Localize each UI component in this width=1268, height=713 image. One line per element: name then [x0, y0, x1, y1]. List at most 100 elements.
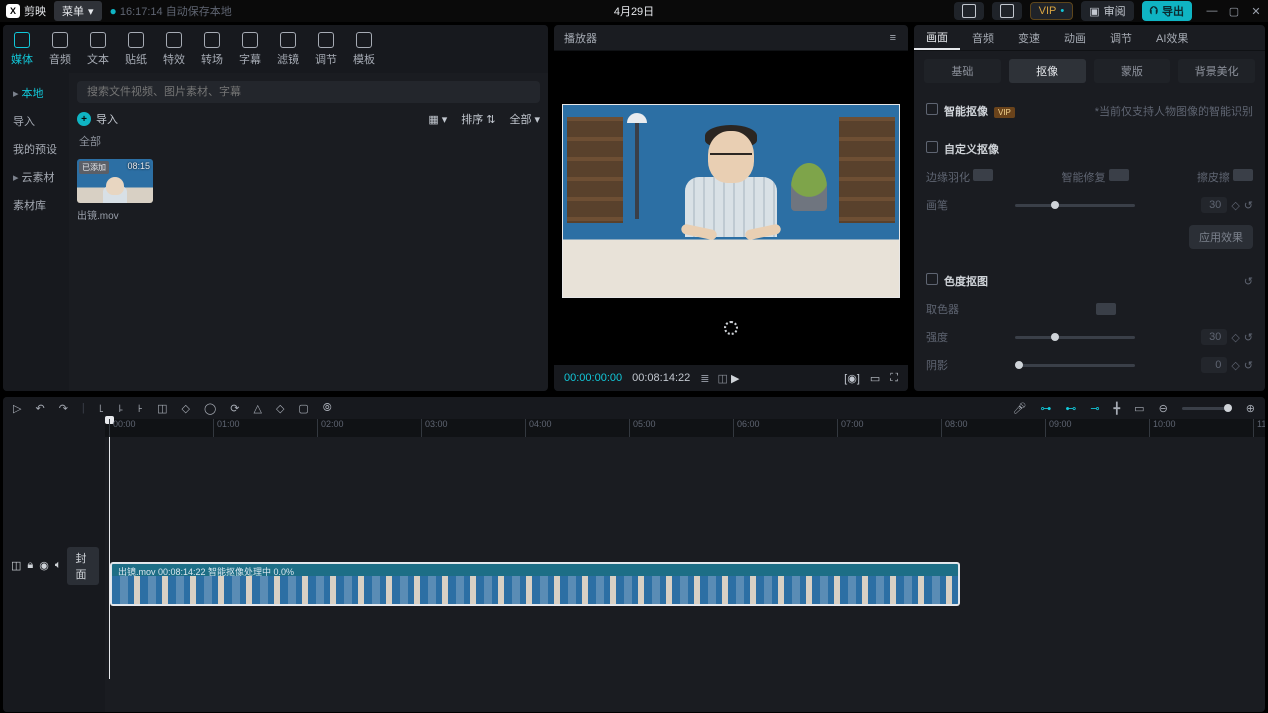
mute-icon[interactable]: 🔈︎ [55, 559, 62, 572]
video-frame [562, 104, 900, 298]
shadow-value[interactable]: 0 [1201, 357, 1227, 373]
props-subtab-蒙版[interactable]: 蒙版 [1094, 59, 1171, 83]
props-tab-画面[interactable]: 画面 [914, 25, 960, 50]
split-tool-icon[interactable]: ꜖ [99, 402, 104, 415]
crop2-icon[interactable]: ▢ [298, 402, 308, 415]
brush-value[interactable]: 30 [1201, 197, 1227, 213]
split-right-icon[interactable]: ꜔ [138, 402, 143, 415]
sidebar-item-本地[interactable]: 本地 [3, 79, 69, 107]
props-subtab-抠像[interactable]: 抠像 [1009, 59, 1086, 83]
sidebar-item-素材库[interactable]: 素材库 [3, 191, 69, 219]
list-icon[interactable]: ≣ [700, 372, 709, 385]
main-menu-button[interactable]: 菜单 ▾ [54, 1, 102, 21]
intensity-slider[interactable] [1015, 336, 1135, 339]
props-tab-AI效果[interactable]: AI效果 [1144, 25, 1200, 50]
segment-icon[interactable]: ◫ [717, 372, 727, 385]
stepper-icon[interactable]: ◇ [1231, 199, 1239, 212]
magnet-main-icon[interactable]: ⊶ [1040, 402, 1051, 415]
align-icon[interactable]: ╋ [1114, 402, 1121, 415]
eye-icon[interactable]: ◉ [39, 559, 49, 572]
vip-button[interactable]: VIP• [1030, 2, 1074, 20]
topnav-字幕[interactable]: 字幕 [231, 25, 269, 73]
topnav-模板[interactable]: 模板 [345, 25, 383, 73]
toggle-eraser[interactable] [1233, 169, 1253, 181]
topnav-调节[interactable]: 调节 [307, 25, 345, 73]
play-button[interactable]: ▶ [731, 372, 739, 385]
lock-icon[interactable]: 🔒︎ [27, 559, 33, 572]
mirror-icon[interactable]: △ [253, 402, 261, 415]
sidebar-item-导入[interactable]: 导入 [3, 107, 69, 135]
props-subtab-背景美化[interactable]: 背景美化 [1178, 59, 1255, 83]
player-viewport[interactable] [554, 51, 908, 365]
maximize-button[interactable]: ▢ [1228, 5, 1240, 18]
ratio-icon[interactable]: ▭ [870, 372, 880, 385]
zoom-in-icon[interactable]: ⊕ [1246, 402, 1255, 415]
crop-icon[interactable]: ◫ [157, 402, 167, 415]
topnav-特效[interactable]: 特效 [155, 25, 193, 73]
brush-slider[interactable] [1015, 204, 1135, 207]
player-menu-icon[interactable]: ≡ [890, 32, 898, 44]
preview-icon[interactable]: ▭ [1134, 402, 1144, 415]
split-left-icon[interactable]: ꜕ [118, 402, 123, 415]
zoom-out-icon[interactable]: ⊖ [1159, 402, 1168, 415]
apply-effect-button[interactable]: 应用效果 [1189, 225, 1253, 249]
speed-icon[interactable]: ⟳ [230, 402, 239, 415]
redo-button[interactable]: ↷ [59, 402, 68, 415]
scene-shelf-left [567, 117, 623, 223]
keyframe-icon[interactable]: ◯ [204, 402, 216, 415]
sidebar-item-我的预设[interactable]: 我的预设 [3, 135, 69, 163]
sort-button[interactable]: 排序 ⇅ [461, 111, 495, 127]
topnav-媒体[interactable]: 媒体 [3, 25, 41, 73]
topnav-转场[interactable]: 转场 [193, 25, 231, 73]
props-tab-动画[interactable]: 动画 [1052, 25, 1098, 50]
cover-button[interactable]: 封面 [67, 547, 99, 585]
view-mode-button[interactable]: ▦ ▾ [428, 113, 447, 126]
toggle-smooth[interactable] [1109, 169, 1129, 181]
checkbox-custom-keying[interactable] [926, 141, 938, 153]
search-input[interactable] [77, 81, 540, 103]
layout-button-a[interactable] [954, 2, 984, 20]
review-button[interactable]: ▣审阅 [1081, 1, 1133, 21]
clip-thumbstrip [112, 576, 958, 604]
fullscreen-icon[interactable]: ⛶ [890, 372, 898, 385]
checkbox-smart-keying[interactable] [926, 103, 938, 115]
ai-icon[interactable]: ⦾ [323, 402, 332, 415]
export-button[interactable]: ⮉导出 [1142, 1, 1192, 21]
checkbox-chroma[interactable] [926, 273, 938, 285]
compare-icon[interactable]: [◉] [844, 372, 860, 385]
topnav-滤镜[interactable]: 滤镜 [269, 25, 307, 73]
divider: | [82, 402, 85, 414]
video-clip[interactable]: 出镜.mov 00:08:14:22 智能抠像处理中 0.0% [111, 563, 959, 605]
props-tab-音频[interactable]: 音频 [960, 25, 1006, 50]
reset-section-icon[interactable]: ↺ [1244, 275, 1253, 288]
topnav-贴纸[interactable]: 贴纸 [117, 25, 155, 73]
mic-icon[interactable]: 🎤︎ [1012, 402, 1026, 415]
close-button[interactable]: ✕ [1250, 5, 1262, 18]
layout-button-b[interactable] [992, 2, 1022, 20]
topnav-文本[interactable]: 文本 [79, 25, 117, 73]
zoom-slider[interactable] [1182, 407, 1232, 410]
props-tab-调节[interactable]: 调节 [1098, 25, 1144, 50]
timeline-tracks[interactable]: 出镜.mov 00:08:14:22 智能抠像处理中 0.0% [105, 437, 1265, 563]
import-button[interactable]: + 导入 [77, 111, 118, 127]
props-subtab-基础[interactable]: 基础 [924, 59, 1001, 83]
toggle-edge[interactable] [973, 169, 993, 181]
marker-icon[interactable]: ◇ [181, 402, 189, 415]
props-tab-变速[interactable]: 变速 [1006, 25, 1052, 50]
media-clip[interactable]: 已添加08:15出镜.mov [77, 159, 153, 222]
reset-icon[interactable]: ↺ [1244, 199, 1253, 212]
track-toggle-icon[interactable]: ◫ [11, 559, 21, 572]
pointer-tool-icon[interactable]: ▷ [13, 402, 21, 415]
color-picker-button[interactable] [1096, 303, 1116, 315]
sidebar-item-云素材[interactable]: 云素材 [3, 163, 69, 191]
topnav-音频[interactable]: 音频 [41, 25, 79, 73]
magnet-link-icon[interactable]: ⊷ [1065, 402, 1076, 415]
rotate-icon[interactable]: ◇ [276, 402, 284, 415]
shadow-slider[interactable] [1015, 364, 1135, 367]
minimize-button[interactable]: — [1206, 5, 1218, 18]
intensity-value[interactable]: 30 [1201, 329, 1227, 345]
magnet-preview-icon[interactable]: ⊸ [1090, 402, 1099, 415]
filter-button[interactable]: 全部 ▾ [509, 111, 540, 127]
timeline-ruler[interactable]: 00:0001:0002:0003:0004:0005:0006:0007:00… [105, 419, 1265, 437]
undo-button[interactable]: ↶ [35, 402, 44, 415]
